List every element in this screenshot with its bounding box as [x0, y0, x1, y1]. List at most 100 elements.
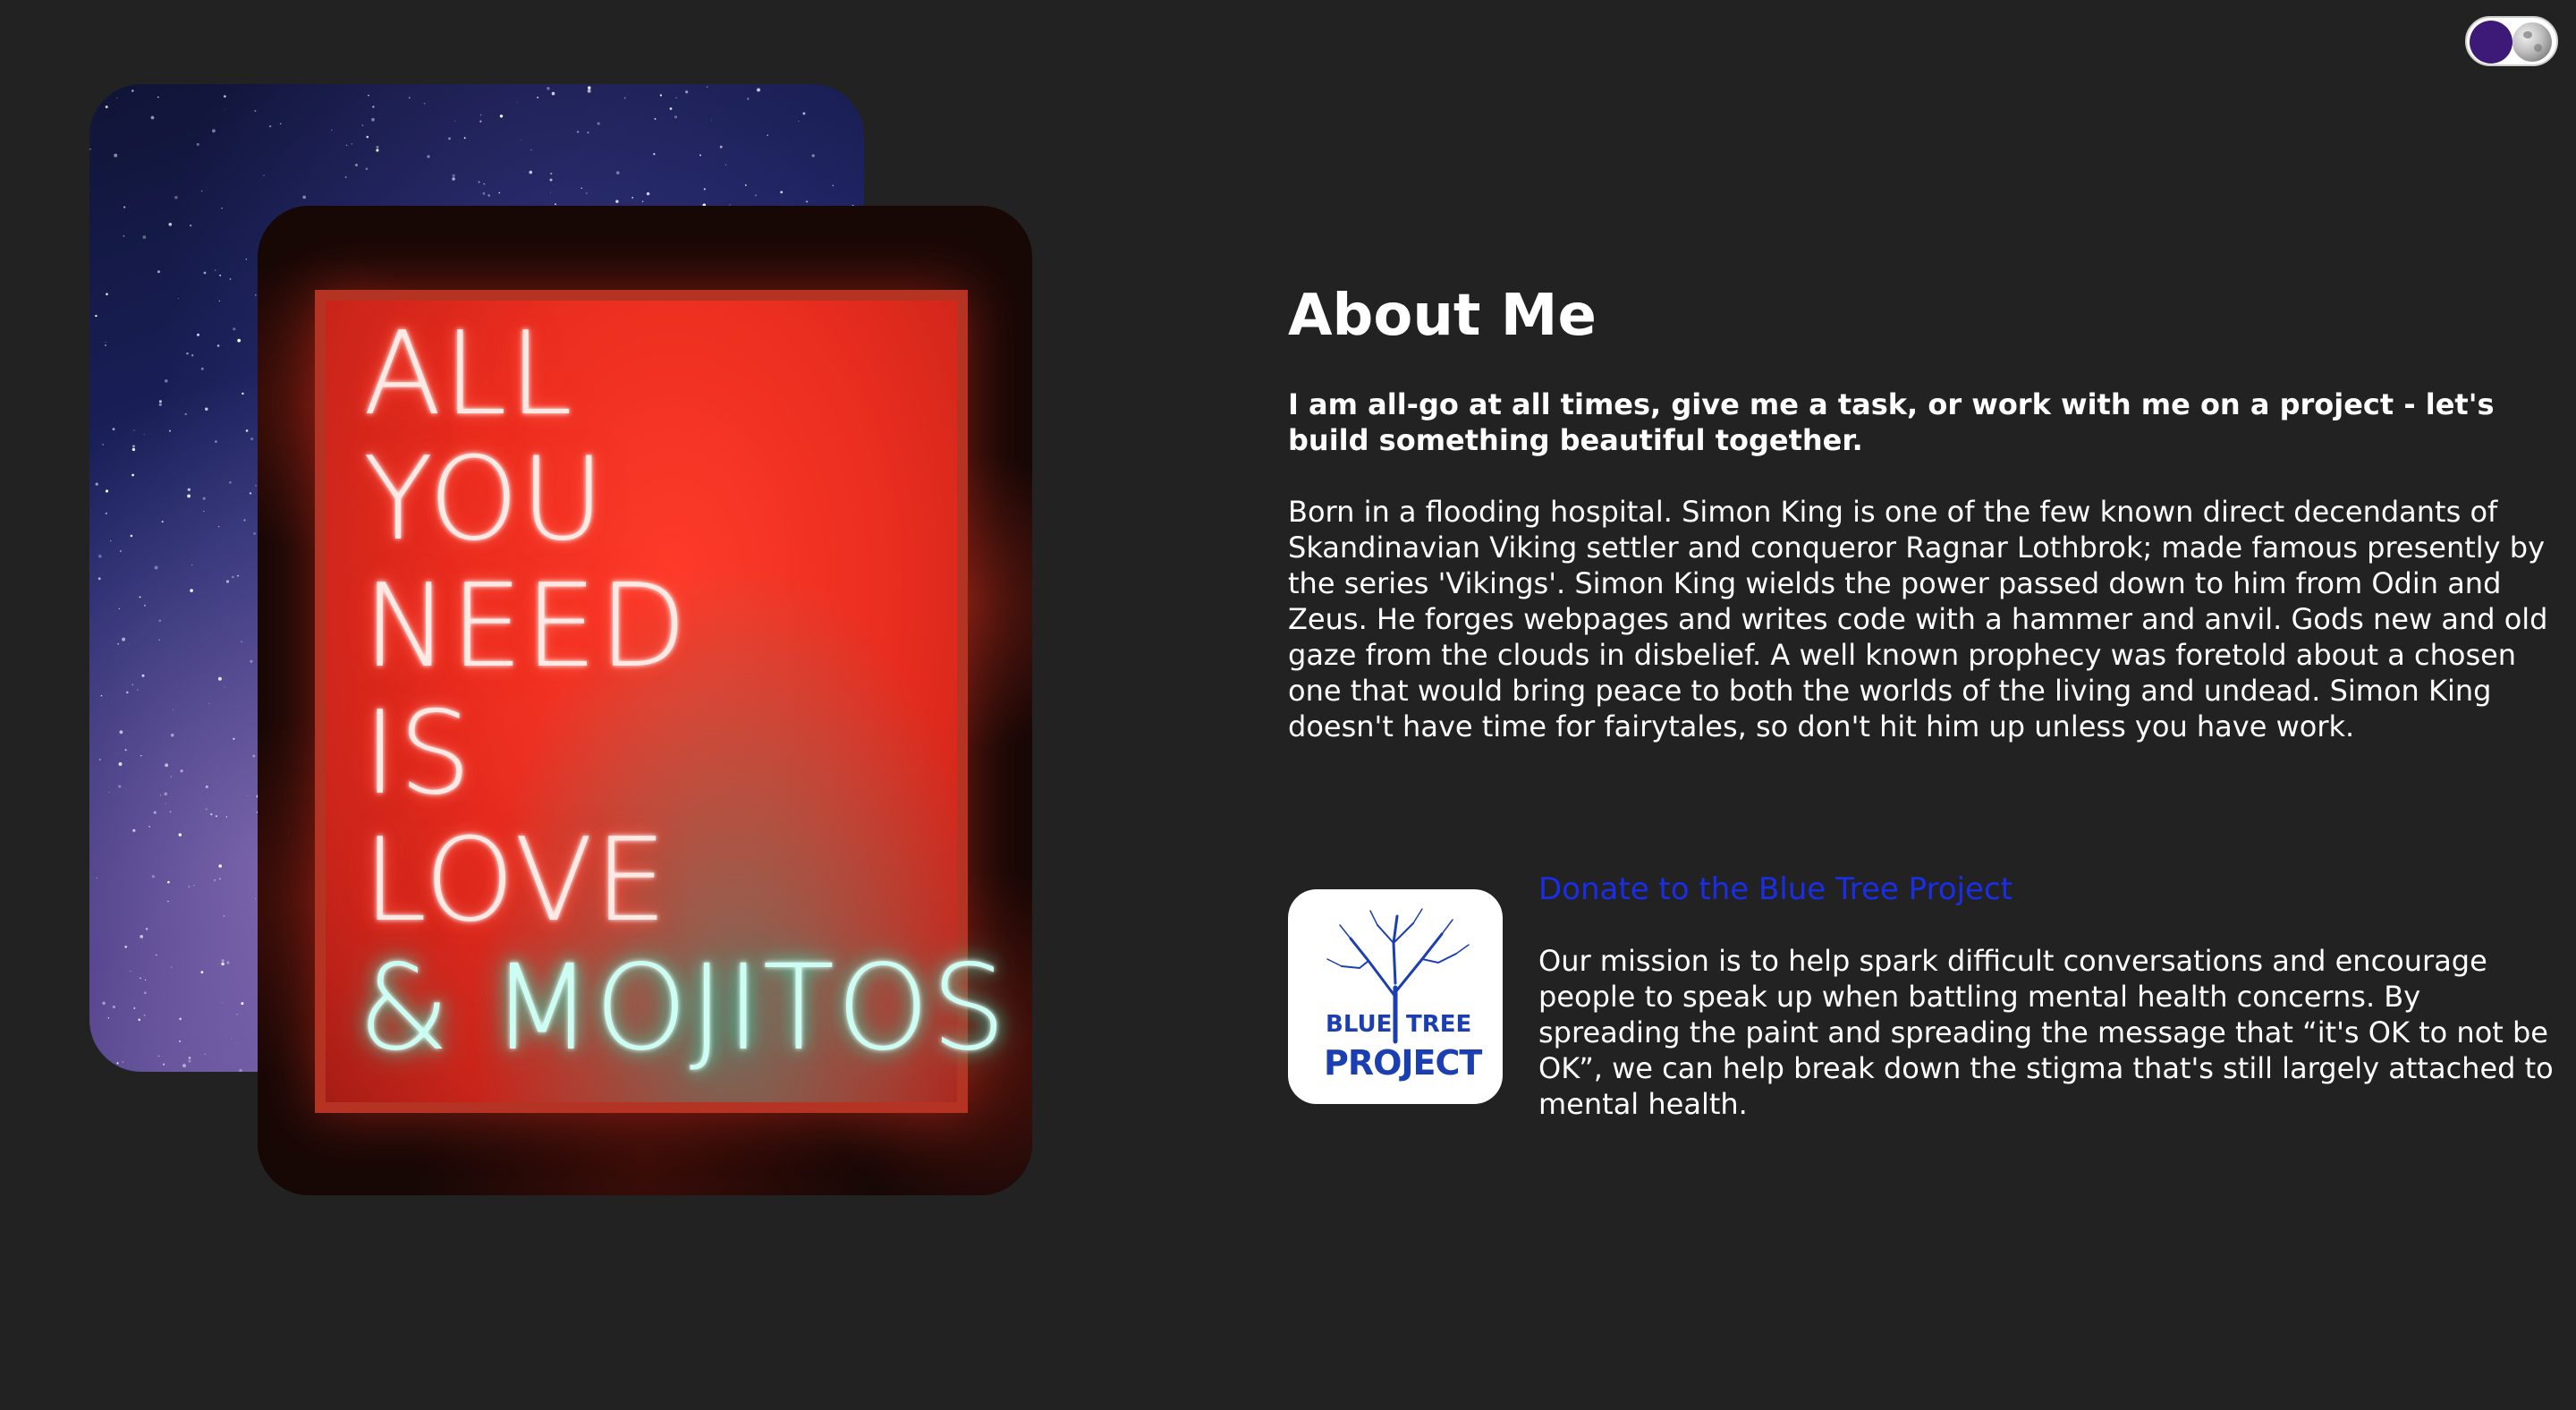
star	[454, 121, 456, 123]
star	[203, 510, 205, 513]
star	[191, 354, 194, 357]
toggle-knob[interactable]	[2470, 21, 2512, 64]
star	[235, 1042, 237, 1044]
star	[214, 879, 216, 881]
star	[157, 1055, 160, 1058]
bio-paragraph: Born in a flooding hospital. Simon King …	[1288, 495, 2548, 743]
star	[646, 191, 650, 196]
star	[703, 188, 706, 191]
star	[719, 145, 723, 149]
star	[131, 445, 136, 448]
star	[217, 676, 222, 681]
star	[215, 815, 217, 818]
star	[218, 300, 221, 302]
star	[130, 534, 133, 538]
star	[549, 178, 553, 182]
star	[243, 519, 246, 522]
star	[498, 191, 501, 194]
star	[205, 786, 208, 788]
star	[224, 95, 226, 98]
star	[344, 176, 347, 179]
logo-text-project: PROJECT	[1324, 1043, 1482, 1083]
theme-toggle[interactable]	[2465, 16, 2558, 66]
star	[744, 184, 747, 186]
star	[190, 589, 193, 592]
star	[133, 1007, 136, 1009]
star	[653, 153, 656, 156]
star	[588, 86, 591, 89]
star	[145, 928, 148, 930]
star	[724, 164, 726, 166]
star	[811, 154, 815, 157]
star	[120, 550, 122, 552]
star	[250, 659, 253, 663]
star	[699, 154, 702, 157]
star	[153, 811, 157, 814]
star	[124, 945, 128, 948]
star	[225, 580, 230, 583]
star	[516, 102, 518, 104]
star	[143, 433, 145, 435]
star	[157, 96, 159, 98]
donate-link[interactable]: Donate to the Blue Tree Project	[1538, 871, 2012, 907]
star	[537, 97, 539, 98]
star	[499, 115, 504, 118]
blue-tree-logo: BLUE TREE PROJECT	[1288, 889, 1503, 1104]
star	[139, 596, 141, 599]
star	[169, 811, 172, 813]
star	[239, 1068, 242, 1072]
page-title: About Me	[1288, 283, 1597, 349]
star	[247, 794, 249, 796]
star	[210, 813, 213, 816]
star	[119, 730, 123, 735]
star	[125, 736, 127, 738]
star	[597, 122, 600, 125]
star	[452, 174, 455, 178]
star	[223, 914, 225, 917]
star	[217, 525, 220, 528]
star	[105, 512, 107, 515]
star	[529, 170, 533, 174]
star	[170, 733, 174, 737]
star	[184, 412, 187, 416]
star	[366, 135, 369, 139]
star	[105, 489, 109, 493]
intro-lead: I am all-go at all times, give me a task…	[1288, 387, 2495, 457]
star	[225, 816, 228, 818]
star	[707, 86, 708, 88]
star	[550, 191, 552, 193]
star	[131, 473, 134, 477]
star	[193, 885, 195, 887]
star	[116, 1062, 119, 1065]
star	[170, 776, 173, 777]
star	[110, 539, 112, 542]
star	[580, 187, 582, 189]
star	[463, 137, 466, 140]
neon-line-1: ALL	[363, 308, 575, 441]
star	[106, 1067, 109, 1071]
star	[124, 749, 127, 752]
star	[747, 98, 750, 100]
star	[179, 1041, 181, 1042]
star	[242, 392, 244, 395]
star	[487, 194, 491, 197]
star	[483, 183, 486, 185]
star	[641, 200, 644, 202]
star	[158, 619, 162, 623]
star	[254, 897, 256, 899]
star	[654, 118, 657, 120]
star	[216, 344, 220, 347]
star	[221, 1001, 223, 1003]
star	[97, 577, 101, 581]
neon-line-5: LOVE	[363, 814, 669, 947]
neon-line-3: NEED	[363, 560, 690, 693]
neon-sign-image: ALL YOU NEED IS LOVE & MOJITOS	[258, 206, 1032, 1195]
star	[226, 961, 230, 964]
star	[214, 440, 217, 444]
star	[106, 293, 108, 296]
star	[424, 103, 426, 105]
star	[372, 106, 375, 108]
star	[202, 497, 206, 500]
star	[169, 429, 171, 432]
mission-paragraph: Our mission is to help spark difficult c…	[1538, 944, 2554, 1121]
